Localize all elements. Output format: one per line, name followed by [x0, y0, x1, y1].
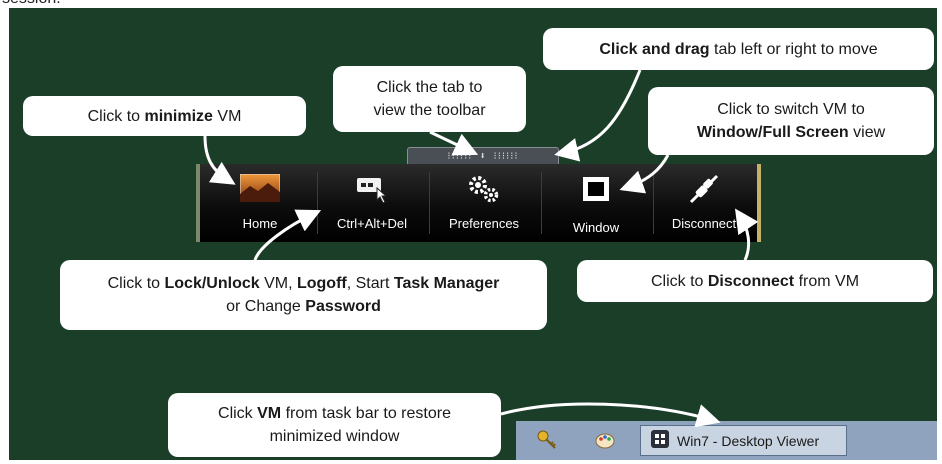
arrow-tab [429, 130, 479, 156]
arrow-taskbar [500, 402, 721, 428]
arrow-ctrl [253, 209, 322, 261]
arrow-disconnect [735, 208, 759, 261]
arrow-minimize [203, 135, 236, 185]
callout-arrows [203, 69, 759, 428]
arrow-drag [554, 69, 642, 162]
arrow-window [619, 154, 670, 194]
